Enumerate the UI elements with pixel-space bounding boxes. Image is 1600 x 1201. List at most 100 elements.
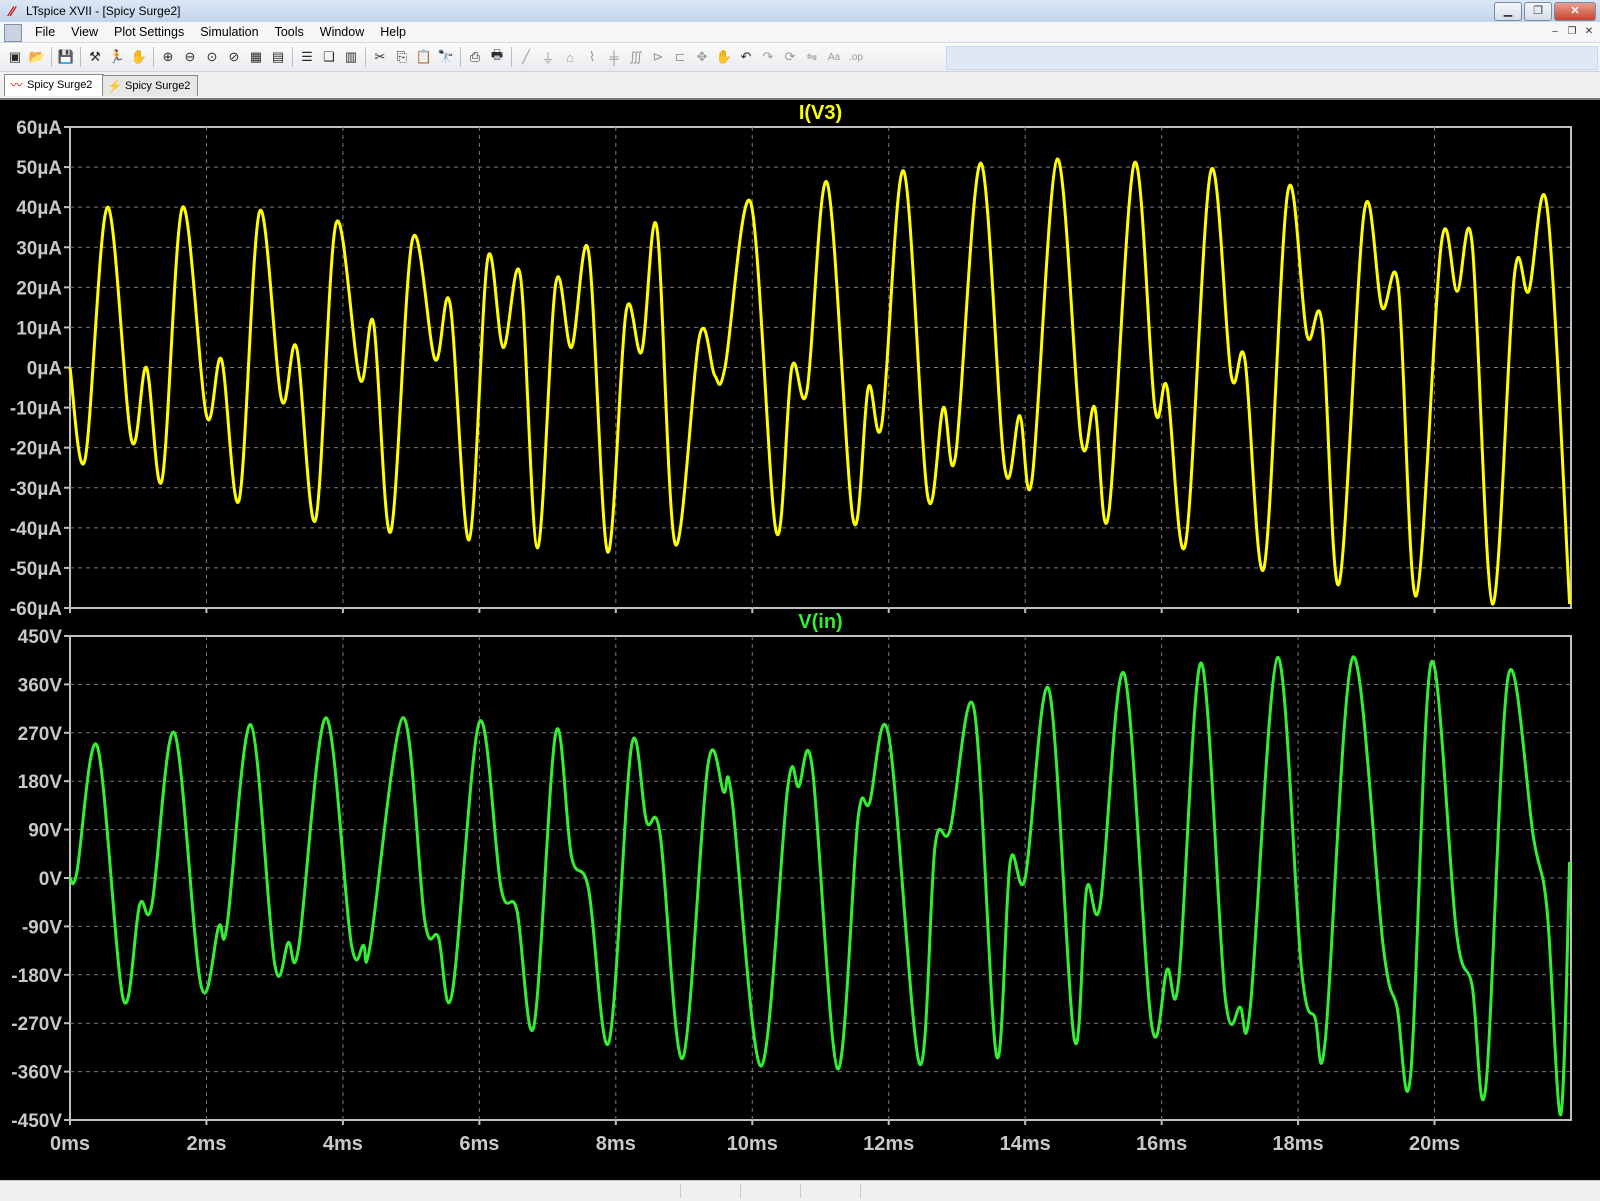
open-button[interactable]: 📂 <box>26 46 48 68</box>
y-tick-label: -60µA <box>10 599 62 620</box>
mdi-minimize-button[interactable]: – <box>1548 25 1562 38</box>
x-tick-label: 12ms <box>863 1133 914 1155</box>
print-button[interactable]: 🖶 <box>486 46 508 68</box>
mdi-close-button[interactable]: ✕ <box>1582 25 1596 38</box>
capacitor-button[interactable]: ╪ <box>603 46 625 68</box>
x-tick-label: 8ms <box>596 1133 636 1155</box>
menu-view[interactable]: View <box>63 25 106 40</box>
toolbar-empty-area <box>946 46 1598 70</box>
inductor-icon: ∭ <box>629 49 643 64</box>
diode-button[interactable]: ⊳ <box>647 46 669 68</box>
spice-directive-button[interactable]: .op <box>845 46 867 68</box>
toolbar-separator <box>80 47 81 67</box>
tab-waveform[interactable]: 〰 Spicy Surge2 <box>4 74 104 96</box>
resistor-button[interactable]: ⌇ <box>581 46 603 68</box>
mirror-button[interactable]: ⇋ <box>801 46 823 68</box>
toolbar-separator <box>460 47 461 67</box>
cascade-icon: ❏ <box>323 49 335 64</box>
y-tick-label: -30µA <box>10 479 62 500</box>
capacitor-icon: ╪ <box>609 49 619 65</box>
zoom-in-button[interactable]: ⊕ <box>157 46 179 68</box>
paste-icon: 📋 <box>415 49 433 64</box>
pane-voltage: 0ms 2ms 4ms 6ms 8ms 10ms 12ms 14ms 16ms 18ms 20ms 4… <box>11 611 1572 1155</box>
cancel-zoom-icon: ⊘ <box>228 49 240 64</box>
save-icon: 💾 <box>57 49 75 64</box>
new-schematic-button[interactable]: ▣ <box>4 46 26 68</box>
plot-settings-button[interactable]: ▤ <box>267 46 289 68</box>
ground-button[interactable]: ⏚ <box>537 46 559 68</box>
run-button[interactable]: 🏃 <box>106 46 128 68</box>
status-cell <box>680 1184 681 1198</box>
y-tick-label: 0µA <box>27 359 63 380</box>
tile-horizontal-button[interactable]: ☰ <box>296 46 318 68</box>
drag-icon: ✋ <box>715 49 733 64</box>
redo-button[interactable]: ↷ <box>757 46 779 68</box>
halt-button[interactable]: ✋ <box>128 46 150 68</box>
control-panel-button[interactable]: ⚒ <box>84 46 106 68</box>
paste-button[interactable]: 📋 <box>413 46 435 68</box>
minimize-button[interactable]: ▁ <box>1494 2 1522 21</box>
schematic-icon: ⚡ <box>107 79 122 93</box>
save-button[interactable]: 💾 <box>55 46 77 68</box>
undo-button[interactable]: ↶ <box>735 46 757 68</box>
close-button[interactable]: ✕ <box>1554 2 1596 21</box>
drag-button[interactable]: ✋ <box>713 46 735 68</box>
copy-button[interactable]: ⎘ <box>391 46 413 68</box>
zoom-out-button[interactable]: ⊖ <box>179 46 201 68</box>
y-tick-label: -180V <box>11 966 62 987</box>
find-icon: 🔭 <box>437 49 455 64</box>
maximize-button[interactable]: ❐ <box>1524 2 1552 21</box>
window-titlebar: ⁄⁄ LTspice XVII - [Spicy Surge2] ▁ ❐ ✕ <box>0 0 1600 23</box>
rotate-icon: ⟳ <box>784 49 796 64</box>
tab-label: Spicy Surge2 <box>125 80 191 92</box>
cut-button[interactable]: ✂ <box>369 46 391 68</box>
toolbar-separator <box>153 47 154 67</box>
copy-icon: ⎘ <box>396 49 408 64</box>
tab-schematic[interactable]: ⚡ Spicy Surge2 <box>102 75 198 96</box>
cut-icon: ✂ <box>374 49 386 64</box>
move-icon: ✥ <box>696 49 708 64</box>
menu-help[interactable]: Help <box>372 25 414 40</box>
undo-icon: ↶ <box>740 49 752 64</box>
find-button[interactable]: 🔭 <box>435 46 457 68</box>
zoom-fit-button[interactable]: ⊙ <box>201 46 223 68</box>
menu-bar: File View Plot Settings Simulation Tools… <box>0 22 1600 43</box>
minimize-icon: ▁ <box>1503 5 1513 17</box>
document-icon[interactable] <box>4 24 22 42</box>
print-preview-button[interactable]: ⎙ <box>464 46 486 68</box>
status-cell <box>860 1184 861 1198</box>
waveform-viewer[interactable]: 60µA 50µA 40µA 30µA 20µA 10µA 0µA -10µA -20µA -30… <box>0 98 1600 1182</box>
menu-tools[interactable]: Tools <box>267 25 312 40</box>
move-button[interactable]: ✥ <box>691 46 713 68</box>
x-tick-label: 14ms <box>1000 1133 1051 1155</box>
menu-plot-settings[interactable]: Plot Settings <box>106 25 192 40</box>
menu-file[interactable]: File <box>27 25 63 40</box>
component-button[interactable]: ⊏ <box>669 46 691 68</box>
tile-vertical-button[interactable]: ▥ <box>340 46 362 68</box>
trace-current <box>68 157 1572 606</box>
y-tick-label: 10µA <box>16 318 62 339</box>
plot-area[interactable]: 60µA 50µA 40µA 30µA 20µA 10µA 0µA -10µA -20µA -30… <box>0 100 1600 1182</box>
mdi-restore-button[interactable]: ❐ <box>1565 25 1579 38</box>
resistor-icon: ⌇ <box>588 49 596 64</box>
trace-title: V(in) <box>798 611 842 633</box>
inductor-button[interactable]: ∭ <box>625 46 647 68</box>
mirror-icon: ⇋ <box>806 49 818 64</box>
toolbar-separator <box>51 47 52 67</box>
rotate-button[interactable]: ⟳ <box>779 46 801 68</box>
y-tick-label: -360V <box>11 1063 62 1084</box>
label-button[interactable]: ⌂ <box>559 46 581 68</box>
zoom-fit-icon: ⊙ <box>206 49 218 64</box>
y-tick-label: 50µA <box>16 158 62 179</box>
cancel-zoom-button[interactable]: ⊘ <box>223 46 245 68</box>
wire-button[interactable]: ╱ <box>515 46 537 68</box>
menu-window[interactable]: Window <box>312 25 372 40</box>
y-tick-label: 30µA <box>16 238 62 259</box>
text-button[interactable]: Aa <box>823 46 845 68</box>
autorange-button[interactable]: ▦ <box>245 46 267 68</box>
menu-simulation[interactable]: Simulation <box>192 25 266 40</box>
cascade-button[interactable]: ❏ <box>318 46 340 68</box>
toolbar: ▣ 📂 💾 ⚒ 🏃 ✋ ⊕ ⊖ ⊙ ⊘ ▦ ▤ ☰ ❏ ▥ ✂ ⎘ 📋 🔭 ⎙ 🖶 ╱ ⏚ ⌂ ⌇ ╪ ∭ ⊳ ⊏ ✥ ✋ ↶ ↷ ⟳ ⇋ Aa .op <box>0 43 1600 72</box>
y-tick-label: -90V <box>22 917 62 938</box>
autorange-icon: ▦ <box>249 49 263 64</box>
